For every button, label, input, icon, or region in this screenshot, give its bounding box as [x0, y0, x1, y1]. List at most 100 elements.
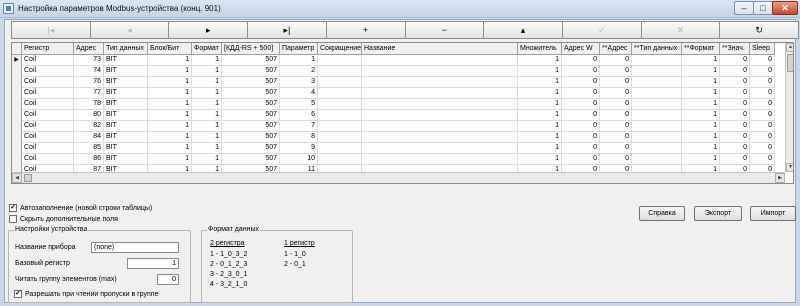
cell-alt-value[interactable]: 0 — [720, 77, 750, 88]
cell-block-bit[interactable]: 1 — [148, 110, 192, 121]
cell-kdd-rs[interactable]: 507 — [222, 154, 280, 165]
cell-address[interactable]: 76 — [74, 77, 104, 88]
column-header-register[interactable]: Регистр — [22, 43, 74, 55]
column-header-data-type[interactable]: Тип данных — [104, 43, 148, 55]
column-header-alt-address[interactable]: **Адрес — [600, 43, 632, 55]
cell-abbreviation[interactable] — [318, 66, 362, 77]
cell-register[interactable]: Coil — [22, 77, 74, 88]
cell-alt-value[interactable]: 0 — [720, 154, 750, 165]
cell-abbreviation[interactable] — [318, 110, 362, 121]
cell-alt-address[interactable]: 0 — [600, 110, 632, 121]
table-row[interactable]: Coil 74 BIT 1 1 507 2 1 0 0 1 0 0 — [12, 66, 775, 77]
cell-alt-format[interactable]: 1 — [682, 66, 720, 77]
cell-alt-data-type[interactable] — [632, 99, 682, 110]
cell-register[interactable]: Coil — [22, 55, 74, 66]
cell-block-bit[interactable]: 1 — [148, 132, 192, 143]
cell-alt-format[interactable]: 1 — [682, 154, 720, 165]
cell-alt-address[interactable]: 0 — [600, 88, 632, 99]
cell-data-type[interactable]: BIT — [104, 66, 148, 77]
cell-abbreviation[interactable] — [318, 154, 362, 165]
checkbox-box[interactable]: ✓ — [9, 204, 17, 212]
cell-alt-data-type[interactable] — [632, 66, 682, 77]
table-row[interactable]: Coil 85 BIT 1 1 507 9 1 0 0 1 0 0 — [12, 143, 775, 154]
cell-parameter[interactable]: 4 — [280, 88, 318, 99]
cell-format[interactable]: 1 — [192, 77, 222, 88]
column-header-format[interactable]: Формат — [192, 43, 222, 55]
table-row[interactable]: ▶ Coil 73 BIT 1 1 507 1 1 0 0 1 0 0 — [12, 55, 775, 66]
cell-alt-address[interactable]: 0 — [600, 66, 632, 77]
cell-kdd-rs[interactable]: 507 — [222, 132, 280, 143]
cell-alt-value[interactable]: 0 — [720, 55, 750, 66]
cell-parameter[interactable]: 7 — [280, 121, 318, 132]
cell-name[interactable] — [362, 88, 518, 99]
cell-kdd-rs[interactable]: 507 — [222, 121, 280, 132]
cell-address-w[interactable]: 0 — [562, 66, 600, 77]
cell-sleep[interactable]: 0 — [750, 132, 775, 143]
cell-multiplier[interactable]: 1 — [518, 88, 562, 99]
post-record-button[interactable]: ✓ — [561, 21, 641, 39]
cell-kdd-rs[interactable]: 507 — [222, 99, 280, 110]
cell-address-w[interactable]: 0 — [562, 88, 600, 99]
cell-address[interactable]: 84 — [74, 132, 104, 143]
column-header-sleep[interactable]: Sleep — [750, 43, 775, 55]
cell-abbreviation[interactable] — [318, 143, 362, 154]
cell-address[interactable]: 85 — [74, 143, 104, 154]
last-record-button[interactable]: ▸| — [247, 21, 326, 39]
cell-parameter[interactable]: 8 — [280, 132, 318, 143]
cell-alt-address[interactable]: 0 — [600, 154, 632, 165]
cell-multiplier[interactable]: 1 — [518, 121, 562, 132]
cell-multiplier[interactable]: 1 — [518, 55, 562, 66]
cell-sleep[interactable]: 0 — [750, 77, 775, 88]
device-name-input[interactable]: (none) — [91, 242, 179, 253]
cell-block-bit[interactable]: 1 — [148, 143, 192, 154]
cell-sleep[interactable]: 0 — [750, 55, 775, 66]
cell-register[interactable]: Coil — [22, 143, 74, 154]
checkbox-box[interactable] — [9, 215, 17, 223]
scroll-left-icon[interactable]: ◀ — [12, 173, 22, 183]
cell-multiplier[interactable]: 1 — [518, 154, 562, 165]
cell-kdd-rs[interactable]: 507 — [222, 77, 280, 88]
cell-abbreviation[interactable] — [318, 55, 362, 66]
cell-parameter[interactable]: 6 — [280, 110, 318, 121]
first-record-button[interactable]: |◂ — [11, 21, 90, 39]
cell-format[interactable]: 1 — [192, 110, 222, 121]
cell-name[interactable] — [362, 55, 518, 66]
refresh-button[interactable]: ↻ — [719, 21, 800, 39]
cell-parameter[interactable]: 10 — [280, 154, 318, 165]
cell-alt-format[interactable]: 1 — [682, 132, 720, 143]
table-row[interactable]: Coil 80 BIT 1 1 507 6 1 0 0 1 0 0 — [12, 110, 775, 121]
cell-format[interactable]: 1 — [192, 143, 222, 154]
cell-alt-format[interactable]: 1 — [682, 121, 720, 132]
cell-alt-data-type[interactable] — [632, 88, 682, 99]
cell-register[interactable]: Coil — [22, 66, 74, 77]
cell-name[interactable] — [362, 154, 518, 165]
cell-block-bit[interactable]: 1 — [148, 121, 192, 132]
cell-address-w[interactable]: 0 — [562, 55, 600, 66]
cell-block-bit[interactable]: 1 — [148, 154, 192, 165]
table-row[interactable]: Coil 82 BIT 1 1 507 7 1 0 0 1 0 0 — [12, 121, 775, 132]
scroll-up-icon[interactable]: ▲ — [786, 43, 793, 52]
read-group-input[interactable]: 0 — [157, 274, 179, 285]
cell-name[interactable] — [362, 110, 518, 121]
column-header-address-w[interactable]: Адрес W — [562, 43, 600, 55]
prior-record-button[interactable]: ◂ — [89, 21, 169, 39]
autofill-checkbox[interactable]: ✓ Автозаполнение (новой строки таблицы) — [9, 204, 152, 212]
cell-data-type[interactable]: BIT — [104, 121, 148, 132]
cell-kdd-rs[interactable]: 507 — [222, 66, 280, 77]
cell-format[interactable]: 1 — [192, 121, 222, 132]
cell-name[interactable] — [362, 143, 518, 154]
cell-parameter[interactable]: 2 — [280, 66, 318, 77]
cell-alt-value[interactable]: 0 — [720, 121, 750, 132]
cell-parameter[interactable]: 5 — [280, 99, 318, 110]
cell-block-bit[interactable]: 1 — [148, 55, 192, 66]
close-button[interactable]: ✕ — [772, 1, 798, 15]
column-header-parameter[interactable]: Параметр — [280, 43, 318, 55]
cell-data-type[interactable]: BIT — [104, 88, 148, 99]
cell-data-type[interactable]: BIT — [104, 99, 148, 110]
cell-alt-address[interactable]: 0 — [600, 132, 632, 143]
cell-address[interactable]: 86 — [74, 154, 104, 165]
cell-name[interactable] — [362, 77, 518, 88]
cell-register[interactable]: Coil — [22, 110, 74, 121]
allow-gaps-checkbox[interactable]: ✓ Разрешать при чтении пропуски в группе — [14, 290, 158, 298]
cell-multiplier[interactable]: 1 — [518, 110, 562, 121]
